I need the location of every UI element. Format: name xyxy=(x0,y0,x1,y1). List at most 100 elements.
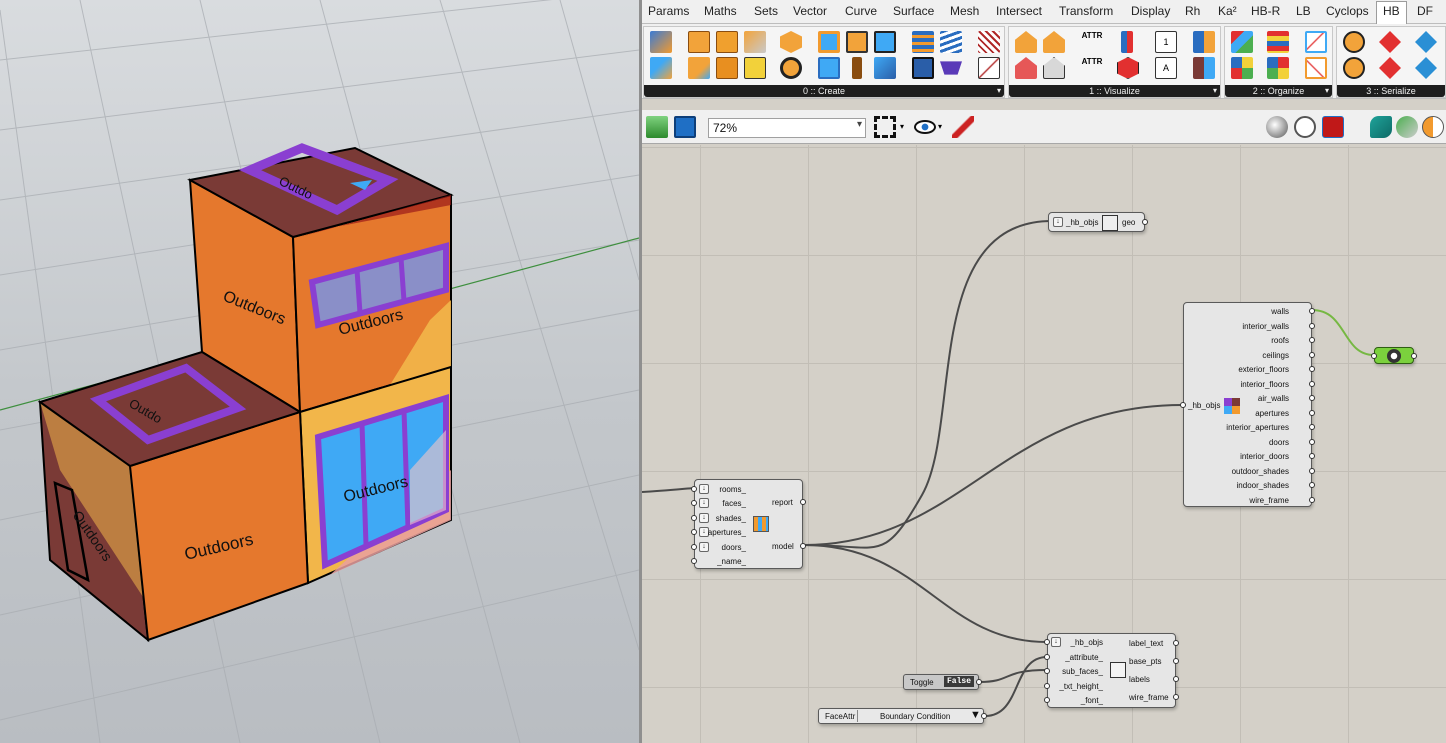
hb-cross-icon[interactable] xyxy=(1305,31,1327,53)
output-grip-report[interactable] xyxy=(800,499,806,505)
hb-hexagon-icon[interactable] xyxy=(780,31,802,53)
input-grip[interactable] xyxy=(1371,353,1377,359)
tab-hb[interactable]: HB xyxy=(1376,1,1407,24)
hb-model-component[interactable]: ↓ rooms_ ↓ faces_ ↓ shades_ ↓ apertures_ ↓ doors_… xyxy=(691,479,806,569)
hb-geo-component[interactable]: ↓ _hb_objs geo xyxy=(1048,212,1148,232)
input-grip[interactable] xyxy=(691,558,697,564)
input-grip[interactable] xyxy=(691,514,697,521)
hb-glazing-icon[interactable] xyxy=(818,57,840,79)
hb-stack-icon[interactable] xyxy=(1267,31,1289,53)
output-grip[interactable] xyxy=(1142,219,1148,225)
hb-legend2-icon[interactable] xyxy=(1193,57,1215,79)
document-preview-icon[interactable] xyxy=(1370,116,1392,138)
tab-rh[interactable]: Rh xyxy=(1185,4,1200,18)
output-grip[interactable] xyxy=(1309,337,1315,343)
hb-house-red-icon[interactable] xyxy=(1015,57,1037,79)
hb-quad-icon[interactable] xyxy=(1267,57,1289,79)
output-grip[interactable] xyxy=(1309,366,1315,372)
hb-box-icon[interactable] xyxy=(688,31,710,53)
wire[interactable] xyxy=(803,220,1053,549)
hb-shade-icon[interactable] xyxy=(716,57,738,79)
input-grip[interactable] xyxy=(1180,402,1186,408)
mesh-quality-icon[interactable] xyxy=(1396,116,1418,138)
tab-surface[interactable]: Surface xyxy=(893,4,934,18)
hb-legend-icon[interactable] xyxy=(1193,31,1215,53)
zoom-select[interactable]: 72% ▾ xyxy=(708,118,866,138)
hb-separate-icon[interactable] xyxy=(1231,57,1253,79)
open-file-icon[interactable] xyxy=(646,116,668,138)
wire[interactable] xyxy=(642,487,695,493)
zoom-extents-icon[interactable] xyxy=(874,116,896,138)
preview-dropdown-icon[interactable]: ▾ xyxy=(938,122,942,131)
hb-window-param-icon[interactable] xyxy=(874,31,896,53)
output-grip[interactable] xyxy=(1309,308,1315,314)
output-grip[interactable] xyxy=(1173,658,1179,664)
output-grip[interactable] xyxy=(1173,694,1179,700)
hb-sun-icon[interactable] xyxy=(744,57,766,79)
output-grip[interactable] xyxy=(1309,467,1315,474)
hb-split-icon[interactable] xyxy=(978,57,1000,79)
sketch-pen-icon[interactable] xyxy=(952,116,974,138)
wire[interactable] xyxy=(803,544,1048,643)
input-grip[interactable] xyxy=(1044,639,1050,645)
output-grip[interactable] xyxy=(1173,676,1179,682)
hb-cross-orange-icon[interactable] xyxy=(1305,57,1327,79)
hb-house-color-icon[interactable] xyxy=(1043,31,1065,53)
toggle-value[interactable]: False xyxy=(944,676,975,687)
output-grip[interactable] xyxy=(1309,424,1315,430)
hb-label-faces-component[interactable]: ↓ _hb_objs _attribute_ sub_faces_ _txt_heigh… xyxy=(1044,633,1179,708)
output-grip[interactable] xyxy=(1309,438,1315,445)
hb-dump-icon[interactable] xyxy=(1343,31,1365,53)
hb-label-box-a-icon[interactable]: A xyxy=(1155,57,1177,79)
hb-hatch-icon[interactable] xyxy=(978,31,1000,53)
hb-ratio-icon[interactable] xyxy=(846,31,868,53)
rhino-viewport[interactable]: Outdoors Outdoors Outdoors Outdoors Outd… xyxy=(0,0,639,743)
wire[interactable] xyxy=(979,669,1048,683)
input-grip[interactable] xyxy=(691,486,697,492)
value-list-selection[interactable]: Boundary Condition xyxy=(880,712,950,721)
hb-dump-objs-icon[interactable] xyxy=(1415,31,1437,53)
hb-label-box-icon[interactable]: 1 xyxy=(1155,31,1177,53)
hb-overhang-icon[interactable] xyxy=(940,61,962,75)
hb-attr-label-icon[interactable]: ATTR xyxy=(1081,57,1103,79)
tab-lb[interactable]: LB xyxy=(1296,4,1311,18)
hb-deconstruct-by-type-component[interactable]: _hb_objs walls interior_walls roofs ceiling… xyxy=(1180,302,1315,507)
hb-skylight-icon[interactable] xyxy=(874,57,896,79)
hb-color-room-icon[interactable] xyxy=(1117,57,1139,79)
tab-cyclops[interactable]: Cyclops xyxy=(1326,4,1369,18)
grasshopper-canvas[interactable]: ↓ _hb_objs geo _hb_objs walls interior_wa… xyxy=(642,145,1446,743)
hb-serialize-icon[interactable] xyxy=(1379,31,1401,53)
output-param-component[interactable] xyxy=(1371,347,1417,364)
input-grip[interactable] xyxy=(691,529,697,536)
hb-room-icon[interactable] xyxy=(650,31,672,53)
tab-transform[interactable]: Transform xyxy=(1059,4,1113,18)
output-grip[interactable] xyxy=(1309,395,1315,401)
output-grip[interactable] xyxy=(1309,409,1315,416)
tab-curve[interactable]: Curve xyxy=(845,4,877,18)
hb-deserialize-icon[interactable] xyxy=(1379,57,1401,79)
face-attr-value-list[interactable]: FaceAttr Boundary Condition ▼ xyxy=(818,708,987,724)
selected-wire[interactable] xyxy=(1311,309,1375,356)
input-grip[interactable] xyxy=(1044,653,1050,660)
tab-hb-r[interactable]: HB-R xyxy=(1251,4,1280,18)
hb-door-icon[interactable] xyxy=(744,31,766,53)
hb-load-objs-icon[interactable] xyxy=(1415,57,1437,79)
preview-shaded-icon[interactable] xyxy=(1266,116,1288,138)
input-grip[interactable] xyxy=(1044,697,1050,703)
tab-intersect[interactable]: Intersect xyxy=(996,4,1042,18)
input-grip[interactable] xyxy=(691,543,697,550)
hb-house-wire-icon[interactable] xyxy=(1043,57,1065,79)
tab-sets[interactable]: Sets xyxy=(754,4,778,18)
hb-color-face-icon[interactable] xyxy=(1121,31,1133,53)
output-grip[interactable] xyxy=(1309,482,1315,488)
tab-params[interactable]: Params xyxy=(648,4,689,18)
output-grip[interactable] xyxy=(1411,353,1417,359)
input-grip[interactable] xyxy=(1044,668,1050,674)
display-mode-icon[interactable] xyxy=(1422,116,1444,138)
output-grip[interactable] xyxy=(1309,351,1315,358)
preview-eye-icon[interactable] xyxy=(914,120,936,134)
hb-face-icon[interactable] xyxy=(716,31,738,53)
boolean-toggle[interactable]: Toggle False xyxy=(903,674,982,690)
tab-ka2[interactable]: Ka² xyxy=(1218,4,1237,18)
hb-window-icon[interactable] xyxy=(818,31,840,53)
